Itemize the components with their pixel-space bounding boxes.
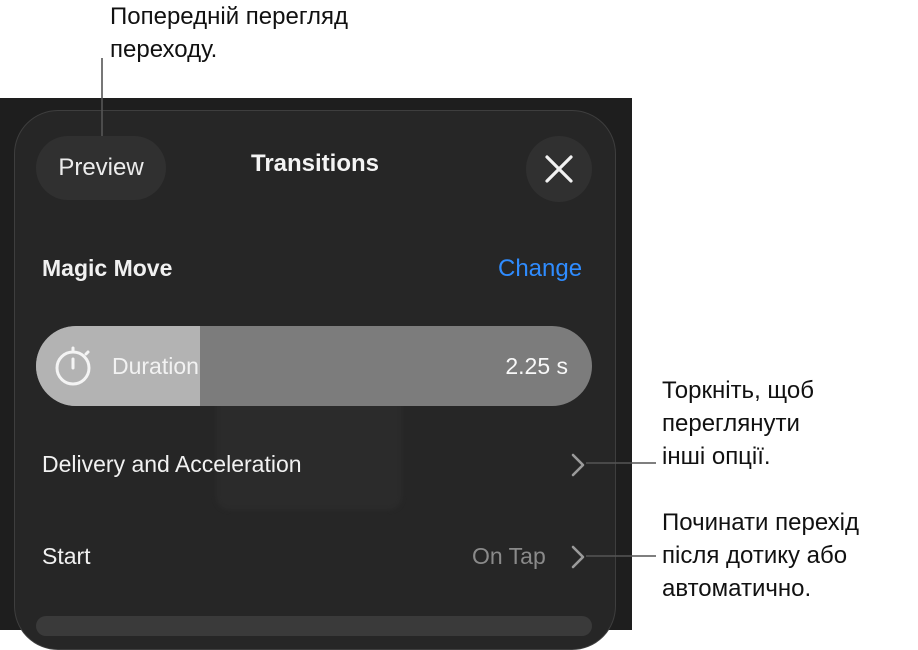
callout-leader-lines [101,58,656,557]
